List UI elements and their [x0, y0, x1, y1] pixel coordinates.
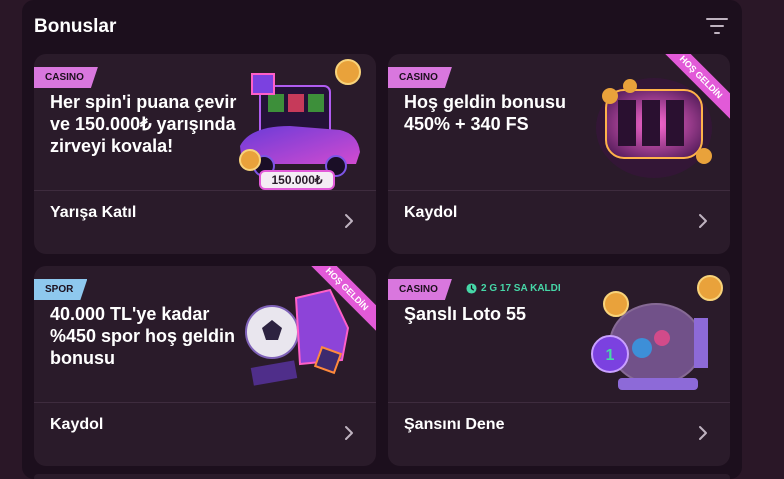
next-row-cards-edge: [34, 474, 730, 479]
register-button[interactable]: Kaydol: [388, 191, 730, 254]
action-label: Şansını Dene: [404, 416, 505, 433]
category-badge: SPOR: [34, 279, 87, 300]
register-button[interactable]: Kaydol: [34, 403, 376, 466]
action-label: Kaydol: [404, 204, 458, 221]
slot-car-illustration: 150.000₺: [239, 59, 361, 190]
svg-text:1: 1: [606, 347, 615, 364]
lotto-machine-illustration: 1: [591, 275, 723, 390]
page-title: Bonuslar: [34, 16, 117, 37]
bonus-card-welcome-sport[interactable]: SPOR 40.000 TL'ye kadar %450 spor hoş ge…: [34, 266, 376, 466]
category-badge: CASINO: [34, 67, 98, 88]
action-label: Kaydol: [50, 416, 104, 433]
prize-label: 150.000₺: [271, 173, 322, 187]
bonus-title: Hoş geldin bonusu 450% + 340 FS: [404, 92, 566, 134]
category-badge: CASINO: [388, 67, 452, 88]
bonus-card-lucky-lotto[interactable]: CASINO 2 G 17 SA KALDI Şanslı Loto 55 1 …: [388, 266, 730, 466]
bonus-title: Şanslı Loto 55: [404, 304, 527, 324]
bonuses-panel: Bonuslar CASINO Her spin'i puana çevir v…: [22, 0, 742, 479]
countdown-timer: 2 G 17 SA KALDI: [466, 283, 561, 294]
welcome-ribbon: HOŞ GELDİN: [306, 266, 376, 336]
join-race-button[interactable]: Yarışa Katıl: [34, 191, 376, 254]
bonus-card-welcome-casino[interactable]: CASINO Hoş geldin bonusu 450% + 340 FS H…: [388, 54, 730, 254]
bonus-title: Her spin'i puana çevir ve 150.000₺ yarış…: [50, 92, 237, 156]
countdown-label: 2 G 17 SA KALDI: [481, 283, 561, 294]
chevron-right-icon: [699, 426, 707, 440]
filter-icon[interactable]: [705, 16, 729, 36]
action-label: Yarışa Katıl: [50, 204, 137, 221]
chevron-right-icon: [345, 426, 353, 440]
clock-icon: [466, 283, 477, 294]
bonus-title: 40.000 TL'ye kadar %450 spor hoş geldin …: [50, 304, 236, 368]
category-badge: CASINO: [388, 279, 452, 300]
try-luck-button[interactable]: Şansını Dene: [388, 403, 730, 466]
chevron-right-icon: [699, 214, 707, 228]
bonus-card-race[interactable]: CASINO Her spin'i puana çevir ve 150.000…: [34, 54, 376, 254]
welcome-ribbon: HOŞ GELDİN: [660, 54, 730, 124]
chevron-right-icon: [345, 214, 353, 228]
